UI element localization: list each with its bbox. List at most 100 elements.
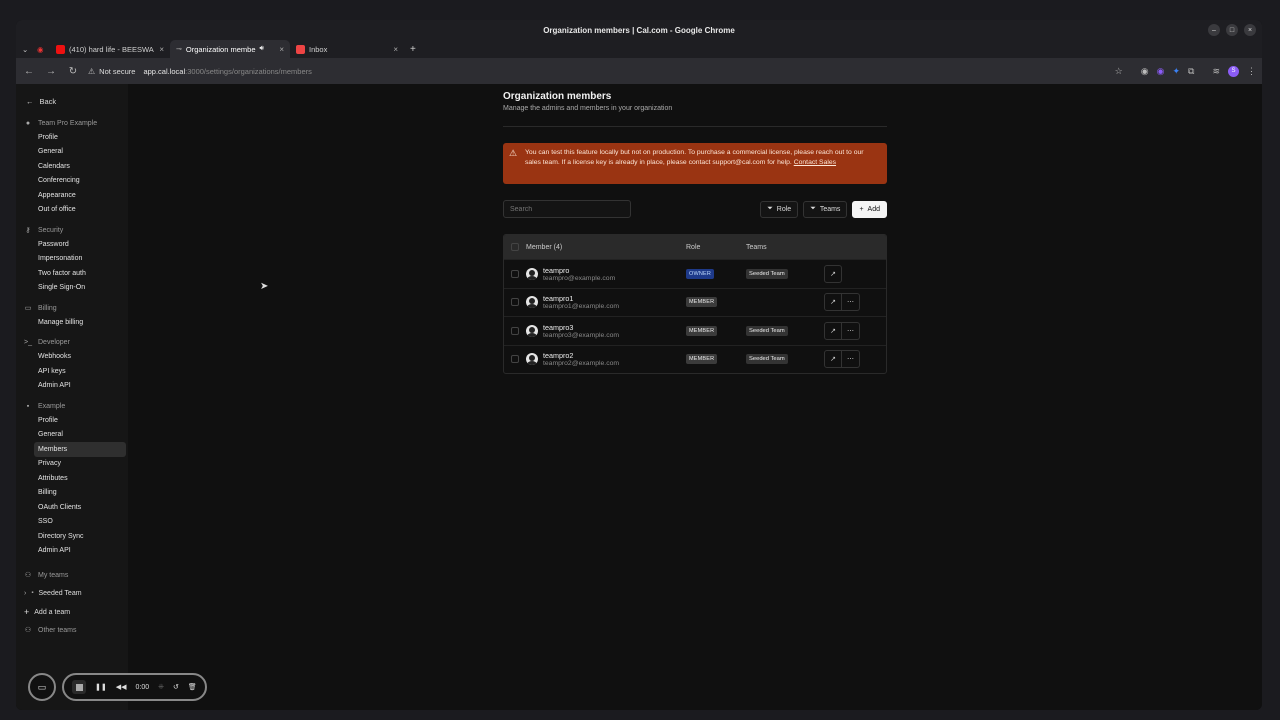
minimize-button[interactable]: – bbox=[1208, 24, 1220, 36]
section-other-teams[interactable]: ⚇ Other teams bbox=[16, 623, 128, 637]
sidebar-item-attributes[interactable]: Attributes bbox=[34, 471, 126, 486]
more-options-icon[interactable]: ⋯ bbox=[842, 293, 860, 312]
sidebar-item-directory-sync[interactable]: Directory Sync bbox=[34, 529, 126, 544]
tab-search-icon[interactable]: ⌄ bbox=[20, 40, 34, 58]
sidebar-item-general[interactable]: General bbox=[34, 145, 126, 160]
sidebar-item-privacy[interactable]: Privacy bbox=[34, 457, 126, 472]
sidebar-item-manage-billing[interactable]: Manage billing bbox=[34, 315, 126, 330]
column-teams[interactable]: Teams bbox=[746, 244, 824, 251]
sidebar-item-calendars[interactable]: Calendars bbox=[34, 159, 126, 174]
row-checkbox[interactable] bbox=[511, 326, 519, 335]
external-link-icon[interactable]: ↗ bbox=[824, 264, 842, 283]
users-icon: ⚇ bbox=[24, 572, 32, 579]
sidebar-team-seeded[interactable]: › ▪ Seeded Team bbox=[16, 586, 128, 600]
camera-icon[interactable]: ▭ bbox=[28, 673, 56, 701]
sidebar-item-out-of-office[interactable]: Out of office bbox=[34, 203, 126, 218]
extension-icon[interactable]: ◉ bbox=[1157, 66, 1165, 77]
tab-inbox[interactable]: Inbox × bbox=[290, 40, 404, 58]
settings-sidebar: ← Back ● Team Pro Example Profile Genera… bbox=[16, 84, 128, 710]
column-role[interactable]: Role bbox=[686, 244, 746, 251]
sidebar-item-profile[interactable]: Profile bbox=[34, 130, 126, 145]
external-link-icon[interactable]: ↗ bbox=[824, 321, 842, 340]
trash-icon[interactable]: 🗑︎ bbox=[188, 683, 197, 691]
recorder-bar: ❚❚ ◀◀ 0:00 ⁜ ↺ 🗑︎ bbox=[62, 673, 207, 701]
screen-recorder-controls: ▭ ❚❚ ◀◀ 0:00 ⁜ ↺ 🗑︎ bbox=[28, 673, 207, 701]
close-window-button[interactable]: × bbox=[1244, 24, 1256, 36]
back-link[interactable]: ← Back bbox=[16, 92, 128, 110]
sidebar-item-org-profile[interactable]: Profile bbox=[34, 413, 126, 428]
tab-bar: ⌄ ◉ (410) hard life - BEESWA × ⊸ Organiz… bbox=[16, 40, 1262, 58]
external-link-icon[interactable]: ↗ bbox=[824, 293, 842, 312]
puzzle-icon[interactable]: ⧉ bbox=[1188, 66, 1194, 77]
external-link-icon[interactable]: ↗ bbox=[824, 350, 842, 369]
plus-icon: + bbox=[859, 205, 864, 213]
row-checkbox[interactable] bbox=[511, 298, 519, 307]
twitter-icon[interactable]: ✦ bbox=[1172, 66, 1180, 77]
sidebar-item-org-billing[interactable]: Billing bbox=[34, 486, 126, 501]
address-bar[interactable]: ⚠ Not secure app.cal.local:3000/settings… bbox=[88, 67, 1107, 76]
extension-icon[interactable]: ◉ bbox=[1141, 66, 1149, 77]
table-row[interactable]: teampro3 teampro3@example.com MEMBER See… bbox=[504, 316, 886, 345]
sidebar-item-org-general[interactable]: General bbox=[34, 428, 126, 443]
role-filter-button[interactable]: ⏷ Role bbox=[760, 200, 799, 218]
sidebar-item-webhooks[interactable]: Webhooks bbox=[34, 350, 126, 365]
sidebar-item-oauth-clients[interactable]: OAuth Clients bbox=[34, 500, 126, 515]
add-member-button[interactable]: + Add bbox=[852, 200, 887, 218]
new-tab-button[interactable]: + bbox=[404, 40, 422, 58]
license-alert: ⚠ You can test this feature locally but … bbox=[503, 143, 887, 184]
sidebar-item-password[interactable]: Password bbox=[34, 237, 126, 252]
avatar bbox=[526, 296, 538, 309]
rewind-icon[interactable]: ◀◀ bbox=[116, 683, 127, 691]
close-tab-icon[interactable]: × bbox=[393, 45, 398, 54]
close-tab-icon[interactable]: × bbox=[159, 45, 164, 54]
close-tab-icon[interactable]: × bbox=[279, 45, 284, 54]
section-organization: ▪ Example bbox=[16, 399, 128, 413]
tab-organization-members[interactable]: ⊸ Organization membe 🔊︎ × bbox=[170, 40, 290, 58]
youtube-icon bbox=[56, 44, 65, 54]
row-checkbox[interactable] bbox=[511, 269, 519, 278]
reload-icon[interactable]: ↻ bbox=[66, 66, 80, 77]
select-all-checkbox[interactable] bbox=[511, 243, 519, 251]
team-badge: Seeded Team bbox=[746, 325, 788, 336]
more-options-icon[interactable]: ⋯ bbox=[842, 321, 860, 340]
sidebar-item-members[interactable]: Members bbox=[34, 442, 126, 457]
kebab-menu-icon[interactable]: ⋮ bbox=[1247, 66, 1256, 77]
contact-sales-link[interactable]: Contact Sales bbox=[794, 159, 836, 166]
sidebar-item-two-factor-auth[interactable]: Two factor auth bbox=[34, 266, 126, 281]
role-badge: MEMBER bbox=[686, 354, 718, 365]
add-team-label: Add a team bbox=[34, 608, 71, 616]
maximize-button[interactable]: □ bbox=[1226, 24, 1238, 36]
back-arrow-icon[interactable]: ← bbox=[22, 66, 36, 77]
forward-arrow-icon[interactable]: → bbox=[44, 66, 58, 77]
teams-filter-button[interactable]: ⏷ Teams bbox=[803, 200, 848, 218]
page: ← Back ● Team Pro Example Profile Genera… bbox=[16, 84, 1262, 710]
restart-icon[interactable]: ↺ bbox=[173, 683, 179, 691]
column-member[interactable]: Member (4) bbox=[526, 244, 686, 251]
search-input[interactable] bbox=[503, 200, 631, 218]
table-row[interactable]: teampro1 teampro1@example.com MEMBER ↗ ⋯ bbox=[504, 287, 886, 317]
row-checkbox[interactable] bbox=[511, 355, 519, 364]
sidebar-item-single-sign-on[interactable]: Single Sign-On bbox=[34, 281, 126, 296]
role-badge: MEMBER bbox=[686, 325, 718, 336]
table-row[interactable]: teampro teampro@example.com OWNER Seeded… bbox=[504, 259, 886, 288]
pause-icon[interactable]: ❚❚ bbox=[95, 683, 107, 691]
bookmark-star-icon[interactable]: ☆ bbox=[1115, 66, 1123, 77]
table-row[interactable]: teampro2 teampro2@example.com MEMBER See… bbox=[504, 344, 886, 374]
tab-label: Inbox bbox=[309, 44, 328, 54]
profile-menu-icon[interactable]: ≋ bbox=[1212, 66, 1220, 77]
sidebar-item-sso[interactable]: SSO bbox=[34, 515, 126, 530]
sidebar-item-api-keys[interactable]: API keys bbox=[34, 364, 126, 379]
sidebar-item-appearance[interactable]: Appearance bbox=[34, 188, 126, 203]
sidebar-item-org-admin-api[interactable]: Admin API bbox=[34, 544, 126, 559]
avatar[interactable]: S bbox=[1228, 65, 1239, 77]
add-team-link[interactable]: + Add a team bbox=[16, 605, 128, 619]
audio-icon[interactable]: 🔊︎ bbox=[260, 45, 264, 53]
sidebar-item-impersonation[interactable]: Impersonation bbox=[34, 252, 126, 267]
grid-icon[interactable]: ⁜ bbox=[158, 683, 164, 691]
sidebar-item-admin-api[interactable]: Admin API bbox=[34, 379, 126, 394]
chevron-right-icon[interactable]: › bbox=[24, 590, 26, 597]
sidebar-item-conferencing[interactable]: Conferencing bbox=[34, 174, 126, 189]
tab-youtube[interactable]: (410) hard life - BEESWA × bbox=[50, 40, 170, 58]
stop-recording-button[interactable] bbox=[72, 680, 86, 694]
more-options-icon[interactable]: ⋯ bbox=[842, 350, 860, 369]
